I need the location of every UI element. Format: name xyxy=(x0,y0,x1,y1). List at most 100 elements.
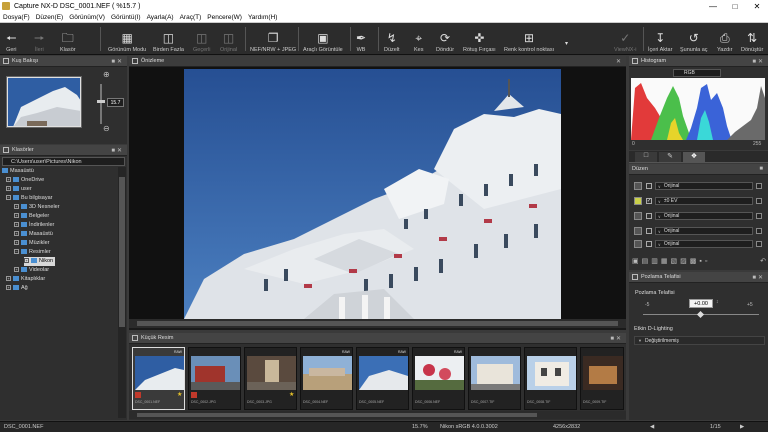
panel-controls[interactable]: ✕ xyxy=(616,58,623,65)
minimize-icon[interactable]: — xyxy=(702,0,724,12)
zoom-slider-track[interactable] xyxy=(100,84,102,124)
prev-page-icon[interactable]: ◀ xyxy=(650,424,654,430)
maximize-icon[interactable]: □ xyxy=(724,0,746,12)
thumbnail-scrollbar[interactable] xyxy=(129,411,626,419)
thumbnail-item[interactable]: DSC_0008.TIF xyxy=(524,347,577,410)
folder-button[interactable]: 🗀 Klasör xyxy=(60,25,76,53)
zoom-value[interactable]: 15.7 xyxy=(107,98,124,107)
thumbnail-item[interactable]: RAW DSC_0006.NEF xyxy=(412,347,465,410)
close-icon[interactable]: ✕ xyxy=(746,0,768,12)
row-checkbox[interactable] xyxy=(645,241,652,247)
exposure-slider-handle[interactable] xyxy=(696,310,705,319)
view-mode-button[interactable]: ▦ Görünüm Modu xyxy=(108,25,146,53)
folder-scrollbar[interactable] xyxy=(118,167,126,418)
tree-item-music[interactable]: + Müzikler xyxy=(14,239,49,248)
forward-button[interactable]: 🠖 İleri xyxy=(34,25,45,53)
row-checkbox[interactable]: ✓ xyxy=(645,198,652,204)
zoom-slider-handle[interactable] xyxy=(97,100,105,103)
tree-item-pictures[interactable]: − Resimler xyxy=(14,248,51,257)
crop-button[interactable]: ⌖ Kes xyxy=(414,25,423,53)
visible-area-frame[interactable] xyxy=(7,77,81,127)
row-toggle[interactable] xyxy=(756,183,762,189)
tree-item-network[interactable]: + Ağ xyxy=(6,284,28,293)
tree-item-desktop[interactable]: Masaüstü xyxy=(2,167,34,176)
tool-icon-1[interactable]: ▣ xyxy=(632,257,639,265)
straighten-button[interactable]: ↯ Düzelt xyxy=(384,25,400,53)
panel-controls[interactable]: ■ xyxy=(759,166,765,172)
panel-controls[interactable]: ■✕ xyxy=(752,58,765,65)
tab-tools[interactable]: ❖ xyxy=(683,152,705,162)
tool-icon-9[interactable]: ▫ xyxy=(705,258,707,265)
viewer-canvas[interactable] xyxy=(129,67,626,319)
thumbnail-item[interactable]: ★ DSC_0003.JPG xyxy=(244,347,297,410)
exposure-value-input[interactable]: +0.00 xyxy=(689,299,713,308)
tree-item-user[interactable]: + user xyxy=(6,185,32,194)
tool-view-button[interactable]: ▣ Araçlı Görüntüle xyxy=(303,25,343,53)
tool-icon-5[interactable]: ▧ xyxy=(671,257,678,265)
previous-button[interactable]: ◫ Geçerli xyxy=(193,25,210,53)
tool-icon-4[interactable]: ▦ xyxy=(661,257,668,265)
tab-info[interactable]: □ xyxy=(635,152,657,162)
scrollbar-thumb[interactable] xyxy=(119,177,125,327)
thumbnail-item[interactable]: DSC_0007.TIF xyxy=(468,347,521,410)
row-checkbox[interactable] xyxy=(645,213,652,219)
d-lighting-select[interactable]: ▼ Değiştirilmemiş xyxy=(634,336,765,345)
row-toggle[interactable] xyxy=(756,228,762,234)
thumbnail-item[interactable]: RAW DSC_0005.NEF xyxy=(356,347,409,410)
tree-item-downloads[interactable]: + İndirilenler xyxy=(14,221,54,230)
star-icon[interactable]: ★ xyxy=(289,391,294,398)
tool-icon-2[interactable]: ▤ xyxy=(642,257,649,265)
menu-image[interactable]: Görüntü(I) xyxy=(108,12,144,23)
tree-item-this-pc[interactable]: − Bu bilgisayar xyxy=(6,194,53,203)
row-toggle[interactable] xyxy=(756,241,762,247)
thumbnail-item[interactable]: DSC_0009.TIF xyxy=(580,347,624,410)
viewnx-button[interactable]: ✓ ViewNX-i xyxy=(614,25,637,53)
next-page-icon[interactable]: ▶ xyxy=(740,424,744,430)
row-checkbox[interactable] xyxy=(645,228,652,234)
thumbnail-item[interactable]: RAW ★ DSC_0001.NEF xyxy=(132,347,185,410)
menu-edit[interactable]: Düzen(E) xyxy=(33,12,66,23)
menu-file[interactable]: Dosya(F) xyxy=(0,12,33,23)
rotate-button[interactable]: ⟳ Döndür xyxy=(436,25,454,53)
menu-help[interactable]: Yardım(H) xyxy=(245,12,281,23)
tree-item-desktop-2[interactable]: + Masaüstü xyxy=(14,230,53,239)
menu-adjust[interactable]: Ayarla(A) xyxy=(144,12,177,23)
open-with-button[interactable]: ↺ Şununla aç xyxy=(680,25,708,53)
channel-select[interactable]: RGB xyxy=(673,69,721,77)
exposure-select[interactable]: ±0 EV xyxy=(654,197,754,205)
panel-controls[interactable]: ■✕ xyxy=(111,147,124,154)
reset-icon[interactable]: ↶ xyxy=(760,257,766,265)
panel-controls[interactable]: ■✕ xyxy=(752,274,765,281)
white-balance-select[interactable]: Orijinal xyxy=(654,212,754,220)
star-icon[interactable]: ★ xyxy=(177,391,182,398)
tool-icon-6[interactable]: ▨ xyxy=(680,257,687,265)
scrollbar-thumb[interactable] xyxy=(137,413,537,417)
menu-view[interactable]: Görünüm(V) xyxy=(66,12,108,23)
row-checkbox[interactable] xyxy=(645,183,652,189)
path-field[interactable]: C:\Users\user\Pictures\Nikon xyxy=(2,157,125,166)
tool-icon-3[interactable]: ▥ xyxy=(651,257,658,265)
compare-button[interactable]: ◫ Birden Fazla xyxy=(153,25,184,53)
retouch-brush-button[interactable]: ✜ Rötuş Fırçası xyxy=(463,25,496,53)
tree-item-nikon[interactable]: + Nikon xyxy=(24,257,56,266)
tool-icon-7[interactable]: ▩ xyxy=(690,257,697,265)
wb-button[interactable]: ✒ WB xyxy=(356,25,366,53)
thumbnail-item[interactable]: DSC_0002.JPG xyxy=(188,347,241,410)
back-button[interactable]: 🠔 Geri xyxy=(6,25,17,53)
picture-control-select[interactable]: Orijinal xyxy=(654,182,754,190)
viewer-hscrollbar[interactable] xyxy=(129,319,626,328)
tab-edit[interactable]: ✎ xyxy=(659,152,681,162)
print-button[interactable]: ⎙ Yazdır xyxy=(717,25,733,53)
row-toggle[interactable] xyxy=(756,213,762,219)
zoom-out-icon[interactable]: ⊖ xyxy=(103,124,110,133)
tree-item-libraries[interactable]: + Kitaplıklar xyxy=(6,275,45,284)
nef-jpeg-button[interactable]: ❐ NEF/NRW + JPEG xyxy=(250,25,296,53)
tree-item-documents[interactable]: + Belgeler xyxy=(14,212,49,221)
tree-item-onedrive[interactable]: + OneDrive xyxy=(6,176,44,185)
original-button[interactable]: ◫ Orijinal xyxy=(220,25,237,53)
tree-item-3d-objects[interactable]: +3D Nesneler xyxy=(14,203,60,212)
tool-icon-8[interactable]: ▪ xyxy=(699,258,701,265)
birdseye-preview[interactable] xyxy=(6,76,82,128)
convert-button[interactable]: ⇅ Dönüştür xyxy=(741,25,763,53)
menu-tools[interactable]: Araç(T) xyxy=(177,12,205,23)
